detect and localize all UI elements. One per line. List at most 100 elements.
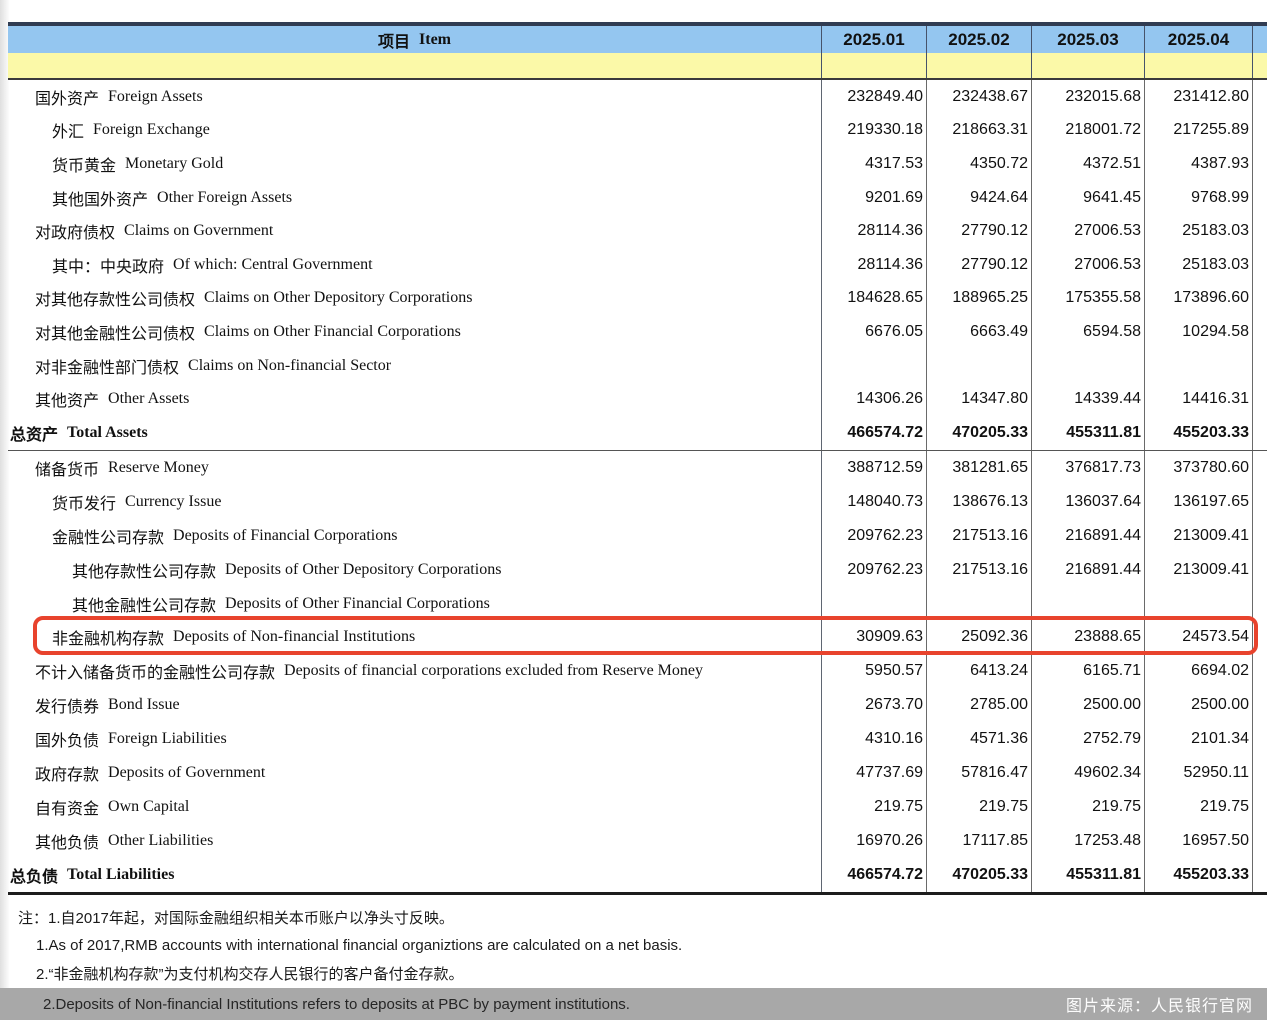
row-label-en: Bond Issue [108,696,180,714]
value-cell-2025.02: 188965.25 [927,282,1032,316]
row-label-en: Foreign Liabilities [108,730,227,748]
value-cell-2025.01: 219.75 [822,790,927,824]
cutoff-cell [1253,451,1267,485]
table-bottom-rule [8,892,1267,896]
subheader-item-cell [8,53,822,78]
value-cell-2025.04: 52950.11 [1145,756,1253,790]
row-label-cn: 其他资产 [35,387,99,411]
row-label-en: Deposits of Financial Corporations [173,527,397,545]
cutoff-cell [1253,382,1267,416]
row-label-cell: 对政府债权Claims on Government [8,214,822,248]
table-row: 货币黄金Monetary Gold4317.534350.724372.5143… [8,147,1267,181]
cutoff-cell [1253,214,1267,248]
value-cell-2025.01: 466574.72 [822,416,927,450]
value-cell-2025.01: 6676.05 [822,315,927,349]
note-line: 1.As of 2017,RMB accounts with internati… [0,931,1267,959]
value-cell-2025.02: 138676.13 [927,485,1032,519]
value-cell-2025.04: 217255.89 [1145,114,1253,148]
row-label-en: Reserve Money [108,459,209,477]
row-label-cn: 政府存款 [35,761,99,785]
value-cell-2025.04: 455203.33 [1145,858,1253,892]
row-label-en: Total Assets [67,424,148,442]
value-cell-2025.04: 24573.54 [1145,620,1253,654]
cutoff-cell [1253,620,1267,654]
table-subheader-row [8,53,1267,78]
value-cell-2025.03: 4372.51 [1032,147,1145,181]
value-cell-2025.02: 381281.65 [927,451,1032,485]
value-cell-2025.01 [822,587,927,621]
value-cell-2025.01: 388712.59 [822,451,927,485]
value-cell-2025.04: 25183.03 [1145,248,1253,282]
value-cell-2025.01 [822,349,927,383]
row-label-cell: 总资产Total Assets [8,416,822,450]
value-cell-2025.04: 455203.33 [1145,416,1253,450]
cutoff-cell [1253,248,1267,282]
row-label-cell: 总负债Total Liabilities [8,858,822,892]
value-cell-2025.03: 216891.44 [1032,553,1145,587]
value-cell-2025.04: 231412.80 [1145,80,1253,114]
row-label-cell: 非金融机构存款Deposits of Non-financial Institu… [8,620,822,654]
table-row: 国外负债Foreign Liabilities4310.164571.36275… [8,722,1267,756]
row-label-cell: 货币黄金Monetary Gold [8,147,822,181]
value-cell-2025.02: 4571.36 [927,722,1032,756]
value-cell-2025.02: 6413.24 [927,654,1032,688]
cutoff-cell [1253,416,1267,450]
header-cutoff-cell [1253,26,1267,53]
row-label-cn: 其他金融性公司存款 [72,592,216,616]
value-cell-2025.04: 6694.02 [1145,654,1253,688]
value-cell-2025.01: 209762.23 [822,553,927,587]
table-row: 其中：中央政府Of which: Central Government28114… [8,248,1267,282]
cutoff-cell [1253,282,1267,316]
table-row: 总资产Total Assets466574.72470205.33455311.… [8,416,1267,450]
value-cell-2025.02: 217513.16 [927,519,1032,553]
value-cell-2025.04: 219.75 [1145,790,1253,824]
cutoff-cell [1253,349,1267,383]
value-cell-2025.01: 47737.69 [822,756,927,790]
row-label-cn: 其他存款性公司存款 [72,558,216,582]
subheader-cell [1032,53,1145,78]
value-cell-2025.01: 148040.73 [822,485,927,519]
image-source-credit: 图片来源：人民银行官网 [1066,992,1253,1016]
value-cell-2025.03: 6165.71 [1032,654,1145,688]
row-label-cn: 对政府债权 [35,219,115,243]
notes-block: 注：1.自2017年起，对国际金融组织相关本币账户以净头寸反映。 1.As of… [0,903,1267,987]
row-label-cn: 金融性公司存款 [52,524,164,548]
row-label-cn: 对非金融性部门债权 [35,354,179,378]
value-cell-2025.04: 213009.41 [1145,519,1253,553]
table-header-row: 项目 Item 2025.01 2025.02 2025.03 2025.04 [8,26,1267,53]
value-cell-2025.04: 25183.03 [1145,214,1253,248]
row-label-en: Deposits of Other Depository Corporation… [225,561,501,579]
footer-bar: 2.Deposits of Non-financial Institutions… [0,988,1267,1020]
value-cell-2025.03: 216891.44 [1032,519,1145,553]
value-cell-2025.02 [927,349,1032,383]
header-item-label-cn: 项目 [378,28,410,52]
header-period-2025-02: 2025.02 [927,26,1032,53]
row-label-en: Other Assets [108,390,189,408]
row-label-en: Currency Issue [125,493,221,511]
row-label-en: Own Capital [108,798,189,816]
row-label-en: Of which: Central Government [173,256,373,274]
table-row: 金融性公司存款 Deposits of Financial Corporation… [8,519,1267,553]
value-cell-2025.03: 136037.64 [1032,485,1145,519]
cutoff-cell [1253,181,1267,215]
table-row: 其他存款性公司存款 Deposits of Other Depository Co… [8,553,1267,587]
table-row: 货币发行Currency Issue148040.73138676.131360… [8,485,1267,519]
header-item-label-en: Item [419,31,451,49]
value-cell-2025.02: 57816.47 [927,756,1032,790]
cutoff-cell [1253,315,1267,349]
table-row: 其他金融性公司存款Deposits of Other Financial Cor… [8,587,1267,621]
cutoff-cell [1253,654,1267,688]
row-label-cell: 货币发行Currency Issue [8,485,822,519]
value-cell-2025.02: 470205.33 [927,858,1032,892]
row-label-cn: 对其他存款性公司债权 [35,286,195,310]
row-label-en: Foreign Assets [108,88,203,106]
note-line: 注：1.自2017年起，对国际金融组织相关本币账户以净头寸反映。 [0,903,1267,931]
value-cell-2025.01: 232849.40 [822,80,927,114]
value-cell-2025.01: 14306.26 [822,382,927,416]
value-cell-2025.03: 2752.79 [1032,722,1145,756]
row-label-cn: 货币黄金 [52,152,116,176]
cutoff-cell [1253,485,1267,519]
value-cell-2025.04: 16957.50 [1145,824,1253,858]
row-label-cn: 自有资金 [35,795,99,819]
value-cell-2025.04: 9768.99 [1145,181,1253,215]
